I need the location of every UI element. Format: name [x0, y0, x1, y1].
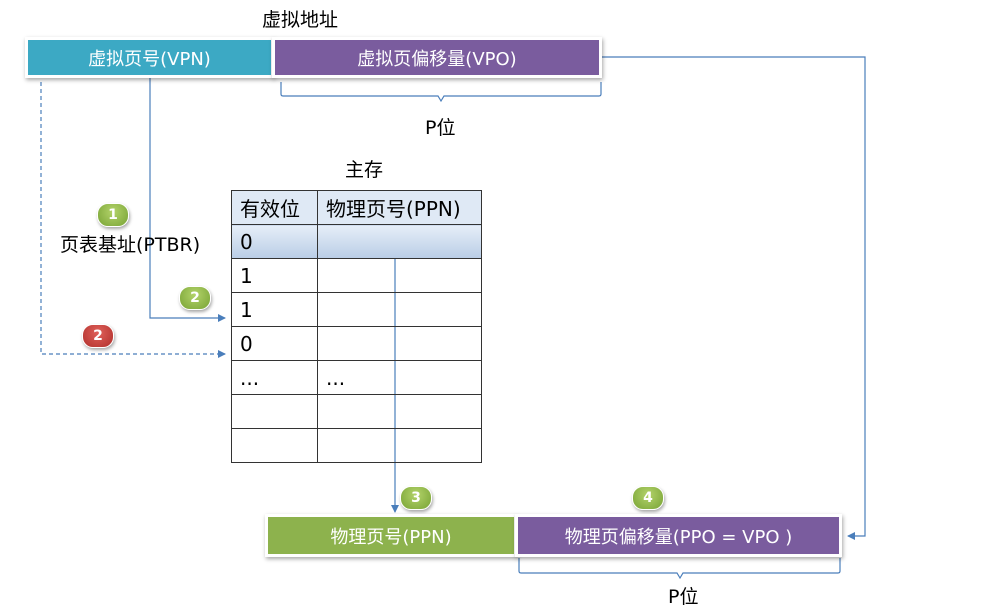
step-2-miss-badge: 2 [82, 324, 114, 348]
step-4-badge: 4 [632, 486, 664, 510]
virtual-address-title: 虚拟地址 [262, 9, 339, 31]
page-table-header: 有效位 物理页号(PPN) [231, 190, 482, 225]
main-memory-title: 主存 [345, 159, 384, 181]
step-3-badge: 3 [400, 486, 432, 510]
valid-bit-cell: 0 [231, 326, 318, 361]
valid-bit-cell [231, 394, 318, 429]
valid-bit-cell: 1 [231, 292, 318, 327]
ppn-field: 物理页号(PPN) [265, 514, 517, 557]
vpn-to-pte-arrow [149, 76, 226, 322]
ppn-cell [317, 224, 482, 259]
vpo-to-ppo-arrow [601, 56, 866, 540]
page-table: 有效位 物理页号(PPN) 0 1 1 0 ... ... [231, 190, 482, 463]
table-row: 0 [231, 326, 482, 361]
ppn-cell [317, 292, 482, 327]
ppn-cell [317, 258, 482, 293]
ppo-brace [518, 558, 841, 580]
table-row: 1 [231, 292, 482, 327]
miss-dashed-arrow [40, 82, 226, 358]
table-row [231, 428, 482, 463]
valid-bit-cell: 0 [231, 224, 318, 259]
valid-bit-header: 有效位 [231, 190, 318, 225]
ppo-bits-label: P位 [668, 586, 699, 608]
table-row: 0 [231, 224, 482, 259]
valid-bit-cell: 1 [231, 258, 318, 293]
ppn-cell [317, 394, 482, 429]
vpn-field: 虚拟页号(VPN) [25, 37, 274, 78]
ptbr-label: 页表基址(PTBR) [60, 234, 201, 256]
table-row: ... ... [231, 360, 482, 395]
ppn-header: 物理页号(PPN) [317, 190, 482, 225]
ppn-cell: ... [317, 360, 482, 395]
ppo-field: 物理页偏移量(PPO = VPO ) [515, 514, 842, 557]
valid-bit-cell [231, 428, 318, 463]
valid-bit-cell: ... [231, 360, 318, 395]
vpo-bits-label: P位 [425, 117, 456, 139]
table-row: 1 [231, 258, 482, 293]
table-row [231, 394, 482, 429]
vpo-field: 虚拟页偏移量(VPO) [272, 37, 602, 78]
ppn-cell [317, 326, 482, 361]
vpo-brace [280, 82, 602, 103]
step-2-badge: 2 [179, 286, 211, 310]
step-1-badge: 1 [97, 203, 129, 227]
ppn-cell [317, 428, 482, 463]
